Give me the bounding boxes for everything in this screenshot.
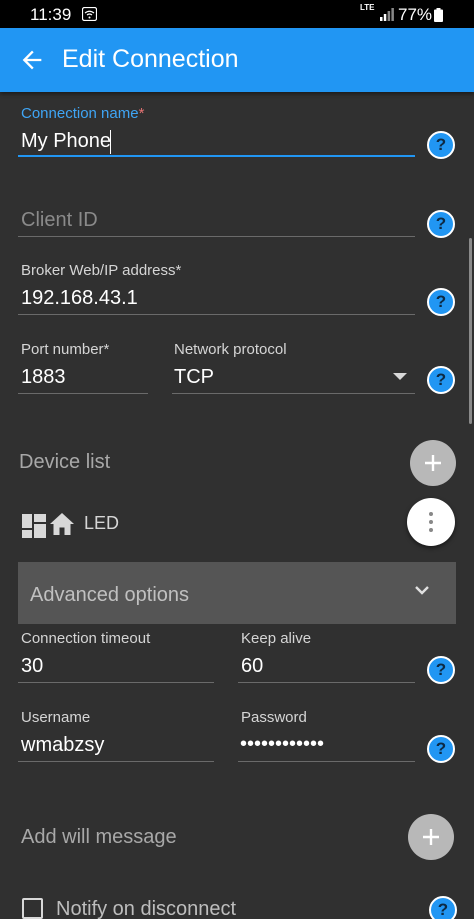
advanced-options-label: Advanced options [30,584,190,606]
device-list-label: Device list [19,451,111,473]
add-device-button[interactable] [410,440,456,486]
wifi-calling-icon [82,7,97,21]
keep-alive-underline [238,682,415,683]
status-bar: 11:39 LTE 77% [0,0,474,28]
network-protocol-select[interactable]: TCP [174,366,214,389]
help-icon[interactable]: ? [427,656,455,684]
connection-name-label: Connection name* [21,105,145,122]
app-bar: Edit Connection [0,28,474,92]
client-id-underline [18,236,415,237]
username-label: Username [21,709,91,726]
page-title: Edit Connection [62,45,239,73]
network-type-label: LTE [360,3,375,12]
broker-address-label: Broker Web/IP address* [21,262,182,279]
connection-name-underline [18,155,415,157]
username-underline [18,761,214,762]
keep-alive-label: Keep alive [241,630,312,647]
port-number-underline [18,393,148,394]
will-message-label: Add will message [21,826,177,848]
chevron-down-icon [415,586,429,595]
dashboard-icon [22,514,46,538]
password-label: Password [241,709,307,726]
help-icon[interactable]: ? [427,210,455,238]
help-icon[interactable]: ? [427,366,455,394]
username-input[interactable]: wmabzsy [21,734,104,757]
plus-icon [425,455,441,471]
port-number-input[interactable]: 1883 [21,366,66,389]
network-protocol-label: Network protocol [174,341,287,358]
device-item-led[interactable]: LED [84,513,119,534]
battery-icon [434,8,443,22]
notify-disconnect-checkbox[interactable] [22,898,43,919]
home-icon [50,513,74,535]
help-icon[interactable]: ? [427,131,455,159]
help-icon[interactable]: ? [427,288,455,316]
battery-percent: 77% [398,5,433,24]
connection-timeout-input[interactable]: 30 [21,655,43,678]
signal-icon [380,8,394,21]
dropdown-arrow-icon[interactable] [393,373,407,380]
connection-timeout-label: Connection timeout [21,630,151,647]
connection-name-input[interactable]: My Phone [21,130,111,153]
notify-disconnect-label: Notify on disconnect [56,898,237,919]
password-input[interactable]: •••••••••••• [240,733,324,756]
password-underline [238,761,415,762]
keep-alive-input[interactable]: 60 [241,655,263,678]
help-icon[interactable]: ? [427,735,455,763]
help-icon[interactable]: ? [429,896,457,919]
broker-address-underline [18,314,415,315]
more-vert-icon [429,512,433,532]
device-menu-button[interactable] [407,498,455,546]
arrow-left-icon[interactable] [18,46,46,74]
status-time: 11:39 [30,5,72,24]
scrollbar[interactable] [469,238,472,424]
port-number-label: Port number* [21,341,110,358]
add-will-message-button[interactable] [408,814,454,860]
connection-timeout-underline [18,682,214,683]
network-protocol-underline [172,393,415,394]
broker-address-input[interactable]: 192.168.43.1 [21,287,138,310]
text-caret [110,130,111,154]
client-id-input[interactable]: Client ID [21,209,98,232]
advanced-options-toggle[interactable]: Advanced options [18,562,456,624]
plus-icon [423,829,439,845]
